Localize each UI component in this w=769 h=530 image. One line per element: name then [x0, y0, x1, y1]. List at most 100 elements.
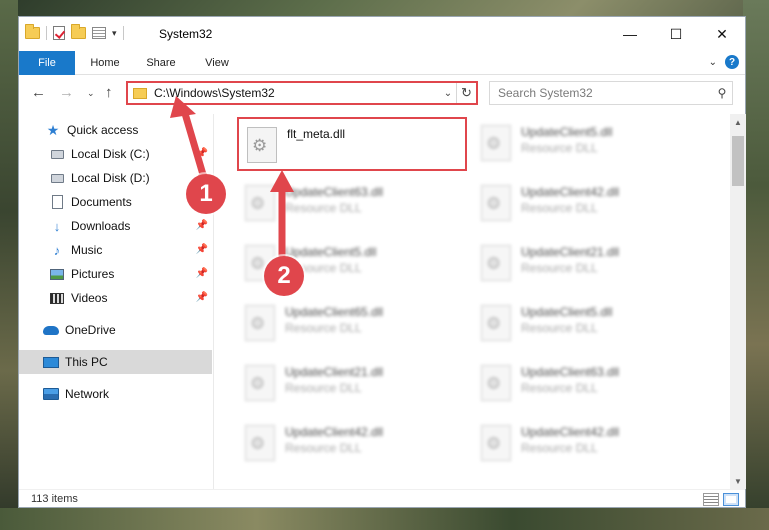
- tab-file[interactable]: File: [19, 51, 75, 75]
- close-button[interactable]: ✕: [699, 17, 745, 51]
- file-item[interactable]: UpdateClient63.dll Resource DLL: [473, 357, 703, 411]
- recent-locations-dropdown[interactable]: ⌄: [87, 88, 95, 99]
- view-switcher: [703, 493, 739, 506]
- folder-icon: [133, 87, 147, 99]
- expand-ribbon-chevron-icon[interactable]: ⌄: [709, 57, 717, 68]
- toolbar-divider: [46, 26, 47, 40]
- file-item[interactable]: UpdateClient63.dll Resource DLL: [237, 177, 467, 231]
- forward-button[interactable]: →: [59, 84, 74, 101]
- file-item[interactable]: UpdateClient42.dll Resource DLL: [237, 417, 467, 471]
- file-type: Resource DLL: [285, 201, 362, 215]
- file-item[interactable]: UpdateClient5.dll Resource DLL: [473, 297, 703, 351]
- file-item[interactable]: UpdateClient65.dll Resource DLL: [237, 297, 467, 351]
- desktop-background-left: [0, 0, 18, 530]
- up-button[interactable]: ↑: [105, 84, 113, 101]
- file-item[interactable]: UpdateClient42.dll Resource DLL: [473, 177, 703, 231]
- address-bar[interactable]: C:\Windows\System32 ⌄ ↻: [126, 81, 478, 105]
- file-item[interactable]: UpdateClient21.dll Resource DLL: [237, 357, 467, 411]
- dll-file-icon: [245, 365, 275, 401]
- pictures-icon: [49, 266, 65, 282]
- file-type: Resource DLL: [285, 381, 362, 395]
- properties-check-icon[interactable]: [53, 26, 65, 40]
- drive-icon: [49, 170, 65, 186]
- file-item[interactable]: UpdateClient42.dll Resource DLL: [473, 417, 703, 471]
- tab-view[interactable]: View: [197, 51, 237, 75]
- new-folder-icon[interactable]: [71, 24, 86, 39]
- item-count: 113 items: [31, 493, 78, 505]
- sidebar-item-label: This PC: [65, 355, 108, 369]
- pin-icon: 📌: [195, 244, 208, 255]
- file-item[interactable]: UpdateClient21.dll Resource DLL: [473, 237, 703, 291]
- dll-file-icon: [245, 305, 275, 341]
- sidebar-item-label: Local Disk (D:): [71, 171, 150, 185]
- dll-file-icon: [245, 185, 275, 221]
- file-name: UpdateClient5.dll: [285, 245, 377, 259]
- refresh-icon[interactable]: ↻: [456, 83, 476, 103]
- pin-icon: 📌: [195, 220, 208, 231]
- downloads-icon: ↓: [53, 218, 61, 234]
- ribbon-tabs: File Home Share View ⌄ ?: [19, 51, 745, 75]
- sidebar-item-onedrive[interactable]: OneDrive: [19, 318, 212, 342]
- sidebar-item-videos[interactable]: Videos 📌: [19, 286, 212, 310]
- scroll-down-arrow-icon[interactable]: ▼: [730, 473, 746, 489]
- navigation-pane: ★ Quick access Local Disk (C:) 📌 Local D…: [19, 114, 214, 489]
- back-button[interactable]: ←: [31, 84, 46, 101]
- details-view-icon[interactable]: [703, 493, 719, 506]
- sidebar-item-music[interactable]: ♪ Music 📌: [19, 238, 212, 262]
- status-bar: 113 items: [19, 489, 745, 509]
- sidebar-item-label: OneDrive: [65, 323, 116, 337]
- file-name: UpdateClient42.dll: [521, 425, 620, 439]
- quick-access-toolbar: ▾: [25, 24, 124, 40]
- sidebar-item-local-disk-d[interactable]: Local Disk (D:) 📌: [19, 166, 212, 190]
- sidebar-item-this-pc[interactable]: This PC: [19, 350, 212, 374]
- address-path[interactable]: C:\Windows\System32: [154, 86, 440, 100]
- desktop-background-bottom: [0, 508, 769, 530]
- sidebar-item-quick-access[interactable]: ★ Quick access: [19, 118, 212, 142]
- search-input[interactable]: [490, 86, 712, 100]
- search-box[interactable]: ⚲: [489, 81, 733, 105]
- onedrive-icon: [43, 322, 59, 338]
- sidebar-item-documents[interactable]: Documents 📌: [19, 190, 212, 214]
- toolbar-divider: [122, 26, 124, 40]
- search-icon[interactable]: ⚲: [712, 86, 732, 100]
- tab-share[interactable]: Share: [141, 51, 181, 75]
- this-pc-icon: [43, 354, 59, 370]
- dll-file-icon: [245, 425, 275, 461]
- tab-home[interactable]: Home: [85, 51, 125, 75]
- sidebar-item-pictures[interactable]: Pictures 📌: [19, 262, 212, 286]
- star-icon: ★: [46, 121, 60, 138]
- large-icons-view-icon[interactable]: [723, 493, 739, 506]
- title-bar: ▾ System32 — ☐ ✕: [19, 17, 745, 51]
- scroll-up-arrow-icon[interactable]: ▲: [730, 114, 746, 130]
- file-name: UpdateClient63.dll: [285, 185, 384, 199]
- customize-toolbar-dropdown-icon[interactable]: ▾: [112, 28, 117, 39]
- file-type: Resource DLL: [521, 441, 598, 455]
- sidebar-item-label: Quick access: [67, 123, 139, 137]
- file-type: Resource DLL: [521, 381, 598, 395]
- address-dropdown-icon[interactable]: ⌄: [440, 88, 456, 99]
- file-name: UpdateClient5.dll: [521, 125, 613, 139]
- sidebar-item-downloads[interactable]: ↓ Downloads 📌: [19, 214, 212, 238]
- file-item-flt-meta[interactable]: flt_meta.dll: [237, 117, 467, 171]
- file-item[interactable]: UpdateClient5.dll Resource DLL: [473, 117, 703, 171]
- minimize-button[interactable]: —: [607, 17, 653, 51]
- sidebar-item-network[interactable]: Network: [19, 382, 212, 406]
- dll-file-icon: [481, 245, 511, 281]
- help-icon[interactable]: ?: [725, 55, 739, 69]
- dll-file-icon: [481, 425, 511, 461]
- scroll-thumb[interactable]: [732, 136, 744, 186]
- properties-icon[interactable]: [92, 27, 106, 39]
- file-type: Resource DLL: [521, 201, 598, 215]
- vertical-scrollbar[interactable]: ▲ ▼: [730, 114, 746, 489]
- dll-file-icon: [481, 365, 511, 401]
- sidebar-item-label: Local Disk (C:): [71, 147, 150, 161]
- maximize-button[interactable]: ☐: [653, 17, 699, 51]
- file-name: UpdateClient42.dll: [521, 185, 620, 199]
- navigation-bar: ← → ⌄ ↑ C:\Windows\System32 ⌄ ↻ ⚲: [19, 76, 745, 110]
- ribbon-controls: ⌄ ?: [709, 55, 739, 69]
- sidebar-item-label: Network: [65, 387, 110, 401]
- file-name: UpdateClient63.dll: [521, 365, 620, 379]
- window-controls: — ☐ ✕: [607, 17, 745, 51]
- music-icon: ♪: [53, 242, 61, 258]
- sidebar-item-local-disk-c[interactable]: Local Disk (C:) 📌: [19, 142, 212, 166]
